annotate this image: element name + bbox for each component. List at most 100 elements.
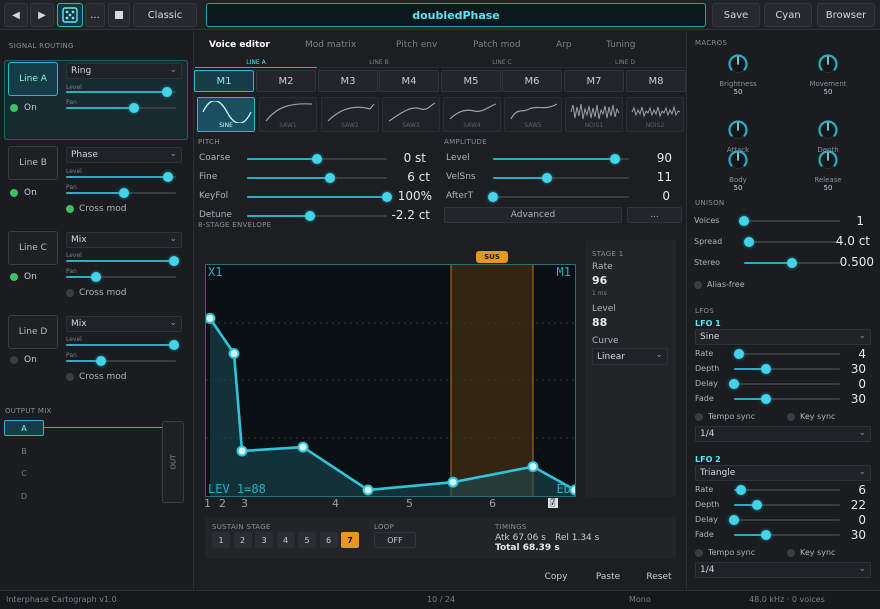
lfo1-rate-knob[interactable] — [734, 349, 745, 359]
line-d-mode-select[interactable]: Mix ⌄ — [66, 316, 182, 332]
macro-brightness-knob[interactable] — [727, 53, 749, 75]
stage-level-value[interactable]: 88 — [592, 316, 607, 329]
m5-button[interactable]: M5 — [441, 70, 501, 92]
m8-button[interactable]: M8 — [626, 70, 686, 92]
line-a-on-toggle[interactable]: On — [10, 103, 37, 113]
mix-b-button[interactable]: B — [4, 443, 44, 459]
lfo2-key-sync-toggle[interactable]: Key sync — [787, 548, 835, 557]
spread-knob[interactable] — [743, 237, 754, 247]
line-b-level-slider[interactable] — [66, 172, 176, 182]
sustain-stage-4-button[interactable]: 4 — [276, 532, 295, 548]
sustain-stage-2-button[interactable]: 2 — [233, 532, 252, 548]
stage-number-6[interactable]: 6 — [489, 497, 496, 510]
stage-number-3[interactable]: 3 — [241, 497, 248, 510]
stereo-knob[interactable] — [787, 258, 797, 268]
lfo1-division-select[interactable]: 1/4 ⌄ — [695, 426, 871, 442]
lfo2-wave-select[interactable]: Triangle ⌄ — [695, 465, 871, 481]
envelope-point-3[interactable] — [236, 445, 248, 457]
line-b-header[interactable]: LINE B — [319, 59, 439, 68]
line-c-pan-knob[interactable] — [90, 272, 101, 282]
lfo1-delay-knob[interactable] — [729, 379, 739, 389]
lfo2-depth-knob[interactable] — [752, 500, 763, 510]
mix-d-button[interactable]: D — [4, 488, 44, 504]
paste-button[interactable]: Paste — [587, 569, 629, 585]
patch-title[interactable]: doubledPhase — [206, 3, 706, 27]
wave-noise2[interactable]: NOIS2 — [626, 97, 684, 132]
detune-slider[interactable] — [247, 211, 387, 221]
line-b-cross-mod-toggle[interactable]: Cross mod — [66, 204, 127, 214]
line-d-pan-slider[interactable] — [66, 356, 176, 366]
preset-button[interactable]: Classic — [133, 3, 197, 27]
fine-slider[interactable] — [247, 173, 387, 183]
amp-level-slider[interactable] — [493, 154, 629, 164]
wave-saw5[interactable]: SAW5 — [504, 97, 562, 132]
wave-saw1[interactable]: SAW1 — [259, 97, 317, 132]
more-button[interactable]: ... — [85, 3, 105, 27]
lfo2-rate-slider[interactable] — [734, 485, 840, 495]
tab-patch-mod[interactable]: Patch mod — [473, 40, 521, 50]
envelope-point-6[interactable] — [447, 476, 459, 488]
line-c-mode-select[interactable]: Mix ⌄ — [66, 232, 182, 248]
sustain-stage-5-button[interactable]: 5 — [298, 532, 316, 548]
m1-button[interactable]: M1 — [194, 70, 254, 92]
lfo2-delay-slider[interactable] — [729, 515, 840, 525]
wave-saw4[interactable]: SAW4 — [443, 97, 501, 132]
lfo2-depth-slider[interactable] — [734, 500, 840, 510]
stage-number-4[interactable]: 4 — [332, 497, 339, 510]
line-b-pan-slider[interactable] — [66, 188, 176, 198]
line-b-pan-knob[interactable] — [119, 188, 130, 198]
save-button[interactable]: Save — [712, 3, 760, 27]
stop-button[interactable] — [108, 3, 130, 27]
lfo1-tempo-sync-toggle[interactable]: Tempo sync — [695, 412, 755, 421]
wave-saw3[interactable]: SAW3 — [382, 97, 440, 132]
lfo1-fade-knob[interactable] — [760, 394, 771, 404]
line-a-mode-select[interactable]: Ring ⌄ — [66, 63, 182, 79]
line-c-level-knob[interactable] — [168, 256, 179, 266]
stage-number-8[interactable]: 8 — [549, 497, 556, 510]
lfo1-depth-knob[interactable] — [760, 364, 771, 374]
line-d-button[interactable]: Line D — [8, 315, 58, 349]
line-d-level-slider[interactable] — [66, 340, 179, 350]
line-c-header[interactable]: LINE C — [441, 59, 563, 68]
macro-release-knob[interactable] — [817, 149, 839, 171]
lfo1-rate-slider[interactable] — [734, 349, 840, 359]
lfo2-rate-knob[interactable] — [736, 485, 747, 495]
lfo2-division-select[interactable]: 1/4 ⌄ — [695, 562, 871, 578]
keyfol-slider[interactable] — [247, 192, 392, 202]
tab-tuning[interactable]: Tuning — [606, 40, 635, 50]
envelope-point-5[interactable] — [362, 484, 374, 496]
m4-button[interactable]: M4 — [379, 70, 439, 92]
tab-arp[interactable]: Arp — [556, 40, 572, 50]
loop-toggle[interactable]: OFF — [374, 532, 416, 548]
amp-more-button[interactable]: ... — [627, 207, 682, 223]
m7-button[interactable]: M7 — [564, 70, 624, 92]
lfo1-wave-select[interactable]: Sine ⌄ — [695, 329, 871, 345]
lfo1-delay-slider[interactable] — [729, 379, 840, 389]
mix-a-button[interactable]: A — [4, 420, 44, 436]
envelope-graph[interactable]: X1 M1 LEV 1=88 ED — [205, 264, 576, 497]
m3-button[interactable]: M3 — [318, 70, 378, 92]
velsns-slider[interactable] — [493, 173, 629, 183]
reset-button[interactable]: Reset — [637, 569, 681, 585]
browser-button[interactable]: Browser — [817, 3, 875, 27]
line-b-level-knob[interactable] — [163, 172, 174, 182]
macro-movement-knob[interactable] — [817, 53, 839, 75]
detune-knob[interactable] — [305, 211, 315, 221]
coarse-slider[interactable] — [247, 154, 387, 164]
prev-button[interactable]: ◀ — [4, 3, 28, 27]
aftert-knob[interactable] — [488, 192, 498, 202]
envelope-point-1[interactable] — [206, 312, 216, 324]
lfo2-fade-knob[interactable] — [760, 530, 771, 540]
theme-button[interactable]: Cyan — [764, 3, 812, 27]
wave-noise1[interactable]: NOIS1 — [565, 97, 623, 132]
line-d-cross-mod-toggle[interactable]: Cross mod — [66, 372, 127, 382]
rate-value[interactable]: 96 — [592, 274, 607, 287]
lfo1-depth-slider[interactable] — [734, 364, 840, 374]
advanced-button[interactable]: Advanced — [444, 207, 622, 223]
line-c-cross-mod-toggle[interactable]: Cross mod — [66, 288, 127, 298]
wave-sine[interactable]: SINE — [197, 97, 255, 132]
m2-button[interactable]: M2 — [256, 70, 316, 92]
stage-number-5[interactable]: 5 — [406, 497, 413, 510]
stage-number-2[interactable]: 2 — [219, 497, 226, 510]
mix-c-button[interactable]: C — [4, 465, 44, 481]
